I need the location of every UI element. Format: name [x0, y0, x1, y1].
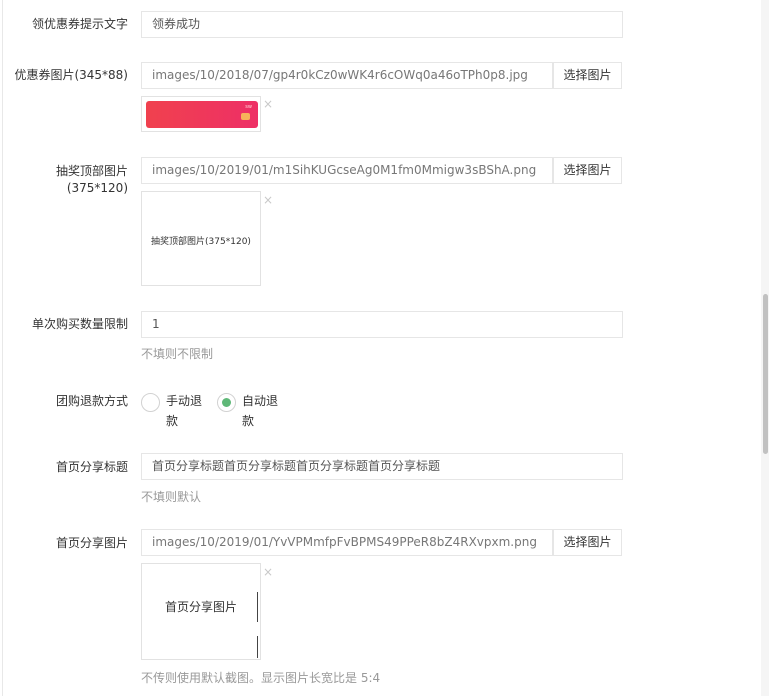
lottery-top-image-label-line2: (375*120)	[66, 181, 128, 195]
coupon-image-label: 优惠券图片(345*88)	[14, 68, 128, 82]
refund-auto-label-line2[interactable]: 款	[242, 411, 254, 431]
gift-icon	[241, 113, 250, 120]
scrollbar-thumb[interactable]	[763, 294, 768, 454]
share-image-preview-edge	[257, 592, 258, 622]
share-title-hint: 不填则默认	[141, 490, 202, 504]
refund-manual-radio[interactable]	[141, 393, 160, 412]
coupon-tip-label: 领优惠券提示文字	[31, 17, 128, 31]
share-image-preview-text: 首页分享图片	[164, 600, 237, 614]
refund-method-label: 团购退款方式	[55, 394, 128, 408]
single-buy-limit-label: 单次购买数量限制	[31, 317, 128, 331]
share-title-label: 首页分享标题	[55, 460, 128, 474]
coupon-image-path-input[interactable]: images/10/2018/07/gp4r0kCz0wWK4r6cOWq0a4…	[141, 62, 553, 89]
share-title-input[interactable]: 首页分享标题首页分享标题首页分享标题首页分享标题	[141, 453, 623, 480]
coupon-tip-input[interactable]: 领券成功	[141, 11, 623, 38]
lottery-top-image-path-input[interactable]: images/10/2019/01/m1SihKUGcseAg0M1fm0Mmi…	[141, 157, 553, 184]
share-image-preview: 首页分享图片	[141, 563, 261, 660]
coupon-image: sw	[146, 101, 258, 128]
lottery-top-image-remove-icon[interactable]: ×	[263, 194, 273, 206]
share-image-remove-icon[interactable]: ×	[263, 566, 273, 578]
lottery-top-image-label-line1: 抽奖顶部图片	[55, 164, 128, 178]
refund-auto-radio[interactable]	[217, 393, 236, 412]
share-image-select-button[interactable]: 选择图片	[553, 529, 622, 556]
share-image-hint: 不传则使用默认截图。显示图片长宽比是 5:4	[141, 671, 381, 685]
lottery-top-image-preview-text: 抽奖顶部图片(375*120)	[151, 237, 251, 247]
refund-auto-label-line1[interactable]: 自动退	[242, 391, 278, 411]
page-left-border	[2, 0, 3, 696]
single-buy-limit-hint: 不填则不限制	[141, 347, 214, 361]
coupon-image-tag: sw	[245, 104, 252, 110]
scrollbar-track[interactable]	[761, 0, 769, 696]
coupon-image-select-button[interactable]: 选择图片	[553, 62, 622, 89]
single-buy-limit-input[interactable]: 1	[141, 311, 623, 338]
coupon-image-preview: sw	[141, 96, 261, 132]
share-image-preview-edge-lower	[257, 636, 258, 658]
refund-manual-label-line1[interactable]: 手动退	[166, 391, 202, 411]
coupon-image-remove-icon[interactable]: ×	[263, 98, 273, 110]
refund-manual-label-line2[interactable]: 款	[166, 411, 178, 431]
share-image-path-input[interactable]: images/10/2019/01/YvVPMmfpFvBPMS49PPeR8b…	[141, 529, 553, 556]
lottery-top-image-select-button[interactable]: 选择图片	[553, 157, 622, 184]
refund-auto-radio-dot	[222, 398, 231, 407]
lottery-top-image-preview: 抽奖顶部图片(375*120)	[141, 191, 261, 286]
share-image-label: 首页分享图片	[55, 536, 128, 550]
